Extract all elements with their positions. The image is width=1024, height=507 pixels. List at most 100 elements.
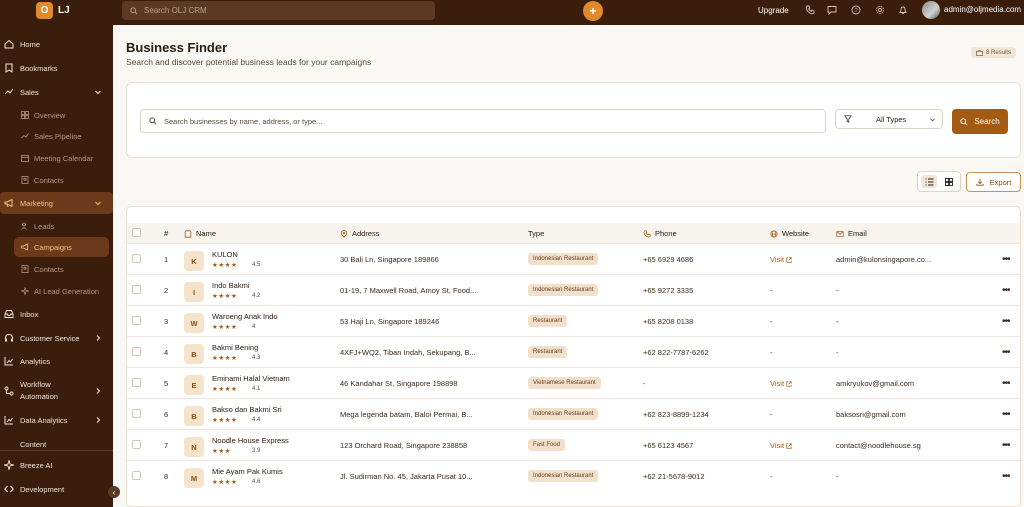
search-button[interactable]: Search xyxy=(952,109,1008,134)
sidebar-item-breeze-ai[interactable]: Breeze AI xyxy=(0,454,113,476)
sidebar-item-customer-service[interactable]: Customer Service xyxy=(0,327,113,349)
column-header-email[interactable]: Email xyxy=(836,229,867,238)
chevron-down-icon xyxy=(95,90,101,95)
view-toggle xyxy=(917,171,961,192)
business-initial-badge: N xyxy=(184,437,204,457)
column-header-name[interactable]: Name xyxy=(184,229,216,238)
sidebar-item-label: Home xyxy=(20,39,41,49)
sidebar-item-label: Marketing xyxy=(20,198,53,208)
business-name[interactable]: Waroeng Anak Indo xyxy=(212,312,278,321)
business-email: - xyxy=(836,472,839,481)
business-name[interactable]: Indo Bakmi xyxy=(212,281,250,290)
business-type-tag: Vietnamese Restaurant xyxy=(528,377,601,389)
more-actions-icon[interactable]: ••• xyxy=(1002,440,1010,451)
sidebar-item-campaigns[interactable]: Campaigns xyxy=(14,237,109,257)
column-header-phone[interactable]: Phone xyxy=(643,229,677,238)
website-link[interactable]: Visit xyxy=(770,441,792,450)
sidebar-item-workflow-automation[interactable]: Workflow Automation xyxy=(0,378,113,404)
business-name[interactable]: Eminami Halal Vietnam xyxy=(212,374,290,383)
row-checkbox[interactable] xyxy=(132,285,141,294)
user-avatar[interactable] xyxy=(922,1,940,19)
phone-icon[interactable] xyxy=(805,5,815,15)
upgrade-link[interactable]: Upgrade xyxy=(758,6,789,15)
more-actions-icon[interactable]: ••• xyxy=(1002,347,1010,358)
sidebar-item-marketing[interactable]: Marketing xyxy=(0,192,113,214)
inbox-icon xyxy=(4,310,14,318)
global-search-input[interactable]: Search OLJ CRM xyxy=(122,1,435,20)
sidebar-item-sales-contacts[interactable]: Contacts xyxy=(14,170,109,190)
sidebar-item-analytics[interactable]: Analytics xyxy=(0,350,113,372)
gear-icon[interactable] xyxy=(875,5,885,15)
business-name[interactable]: Mie Ayam Pak Kumis xyxy=(212,467,283,476)
more-actions-icon[interactable]: ••• xyxy=(1002,378,1010,389)
row-checkbox[interactable] xyxy=(132,378,141,387)
business-search-input[interactable]: Search businesses by name, address, or t… xyxy=(140,109,826,133)
search-icon xyxy=(149,117,157,125)
star-rating: ★★★★ xyxy=(212,417,238,424)
website-link[interactable]: Visit xyxy=(770,379,792,388)
sidebar-item-sales-pipeline[interactable]: Sales Pipeline xyxy=(14,126,109,146)
column-header-website[interactable]: Website xyxy=(770,229,809,238)
sidebar-item-meeting-calendar[interactable]: Meeting Calendar xyxy=(14,148,109,168)
sidebar-item-sales[interactable]: Sales xyxy=(0,81,113,103)
more-actions-icon[interactable]: ••• xyxy=(1002,471,1010,482)
sidebar-item-data-analytics[interactable]: Data Analytics xyxy=(0,409,113,431)
sidebar-item-development[interactable]: Development xyxy=(0,478,113,500)
grid-view-button[interactable] xyxy=(941,175,957,188)
row-checkbox[interactable] xyxy=(132,440,141,449)
business-name[interactable]: Bakso dan Bakmi Sri xyxy=(212,405,282,414)
row-checkbox[interactable] xyxy=(132,409,141,418)
business-name[interactable]: Bakmi Bening xyxy=(212,343,258,352)
business-name[interactable]: Noodle House Express xyxy=(212,436,289,445)
row-number: 8 xyxy=(164,472,169,481)
sparkle-icon xyxy=(4,460,14,470)
row-checkbox[interactable] xyxy=(132,471,141,480)
more-actions-icon[interactable]: ••• xyxy=(1002,285,1010,296)
website-link[interactable]: Visit xyxy=(770,255,792,264)
table-row[interactable]: 3 W Waroeng Anak Indo ★★★★ 4 53 Haji Ln, Sing… xyxy=(127,305,1020,336)
sidebar-item-marketing-contacts[interactable]: Contacts xyxy=(14,259,109,279)
table-row[interactable]: 1 K KULON ★★★★ 4.5 30 Bali Ln, Singapore 1898… xyxy=(127,243,1020,274)
row-checkbox[interactable] xyxy=(132,347,141,356)
sidebar-item-leads[interactable]: Leads xyxy=(14,216,109,236)
chat-icon[interactable] xyxy=(827,5,837,15)
sidebar-collapse-button[interactable]: ‹ xyxy=(108,486,120,498)
app-logo[interactable]: O xyxy=(36,2,53,19)
more-actions-icon[interactable]: ••• xyxy=(1002,316,1010,327)
row-number: 7 xyxy=(164,441,169,450)
table-row[interactable]: 8 M Mie Ayam Pak Kumis ★★★★ 4.6 Jl. Sudirman … xyxy=(127,460,1020,491)
bell-icon[interactable] xyxy=(898,5,908,15)
sidebar-item-content[interactable]: Content xyxy=(0,435,113,451)
type-filter-select[interactable]: All Types xyxy=(835,109,943,129)
help-icon[interactable]: ? xyxy=(851,5,861,15)
rating-value: 4.3 xyxy=(252,355,261,361)
column-header-address[interactable]: Address xyxy=(340,229,380,238)
sidebar-item-home[interactable]: Home xyxy=(0,33,113,55)
table-row[interactable]: 4 B Bakmi Bening ★★★★ 4.3 4XFJ+WQ2, Tiban Ind… xyxy=(127,336,1020,367)
select-all-checkbox[interactable] xyxy=(132,228,141,237)
sidebar-item-overview[interactable]: Overview xyxy=(14,105,109,125)
row-checkbox[interactable] xyxy=(132,254,141,263)
sidebar-item-ai-lead-generation[interactable]: AI Lead Generation xyxy=(14,281,109,301)
export-button[interactable]: Export xyxy=(966,172,1021,192)
row-checkbox[interactable] xyxy=(132,316,141,325)
list-view-button[interactable] xyxy=(921,175,937,188)
external-link-icon xyxy=(786,442,792,449)
table-row[interactable]: 6 B Bakso dan Bakmi Sri ★★★★ 4.4 Mega legenda… xyxy=(127,398,1020,429)
top-bar: O LJ Search OLJ CRM + Upgrade ? admin@ol… xyxy=(0,0,1024,25)
business-name[interactable]: KULON xyxy=(212,250,238,259)
trend-icon xyxy=(21,133,29,139)
business-address: 01-19, 7 Maxwell Road, Amoy St, Food... xyxy=(340,286,477,295)
business-initial-badge: I xyxy=(184,282,204,302)
table-row[interactable]: 7 N Noodle House Express ★★★ 3.9 123 Orchard … xyxy=(127,429,1020,460)
more-actions-icon[interactable]: ••• xyxy=(1002,254,1010,265)
sidebar-item-inbox[interactable]: Inbox xyxy=(0,303,113,325)
table-row[interactable]: 5 E Eminami Halal Vietnam ★★★★ 4.1 46 Kandaha… xyxy=(127,367,1020,398)
column-header-type[interactable]: Type xyxy=(528,229,544,238)
sidebar-item-bookmarks[interactable]: Bookmarks xyxy=(0,57,113,79)
user-email[interactable]: admin@oljmedia.com xyxy=(944,5,1021,14)
business-email: contact@noodlehouse.sg xyxy=(836,441,921,450)
more-actions-icon[interactable]: ••• xyxy=(1002,409,1010,420)
add-button[interactable]: + xyxy=(583,1,603,21)
table-row[interactable]: 2 I Indo Bakmi ★★★★ 4.2 01-19, 7 Maxwell Road… xyxy=(127,274,1020,305)
